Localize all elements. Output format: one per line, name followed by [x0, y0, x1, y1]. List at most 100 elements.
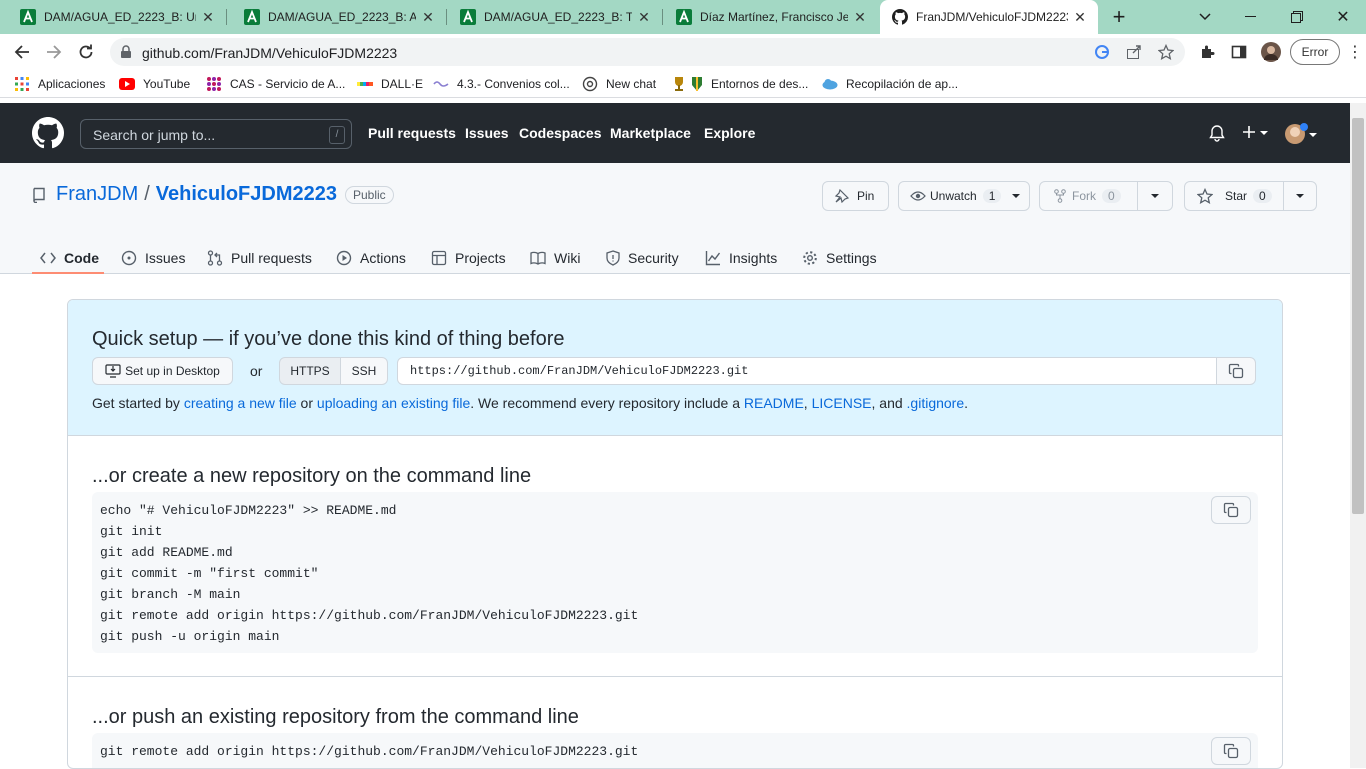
- side-panel-icon[interactable]: [1225, 38, 1253, 66]
- scrollbar-thumb[interactable]: [1352, 118, 1364, 514]
- ssh-toggle[interactable]: SSH: [340, 357, 388, 385]
- copy-push-commands-button[interactable]: [1211, 737, 1251, 765]
- nav-issues[interactable]: Issues: [465, 125, 509, 141]
- tab-insights[interactable]: Insights: [705, 243, 777, 273]
- close-icon[interactable]: ✕: [1068, 9, 1092, 26]
- tab-pull-requests[interactable]: Pull requests: [207, 243, 312, 273]
- bookmark-label: Recopilación de ap...: [846, 77, 959, 91]
- browser-tab-active[interactable]: FranJDM/VehiculoFJDM2223 ✕: [880, 0, 1098, 34]
- youtube-icon: [119, 76, 135, 92]
- bookmark-label: Aplicaciones: [38, 77, 106, 91]
- copy-commands-button[interactable]: [1211, 496, 1251, 524]
- https-toggle[interactable]: HTTPS: [279, 357, 341, 385]
- unwatch-label: Unwatch: [930, 189, 977, 203]
- push-existing-code[interactable]: git remote add origin https://github.com…: [92, 733, 1258, 768]
- bookmark-star-icon[interactable]: [1157, 43, 1175, 65]
- close-icon[interactable]: ✕: [848, 9, 872, 26]
- nav-pull-requests[interactable]: Pull requests: [368, 125, 456, 141]
- close-icon[interactable]: ✕: [632, 9, 656, 26]
- more-vert-icon[interactable]: ⋮: [1341, 38, 1366, 66]
- copy-url-button[interactable]: [1216, 357, 1256, 385]
- star-button[interactable]: Star 0: [1184, 181, 1284, 211]
- repo-owner-link[interactable]: FranJDM: [56, 183, 138, 206]
- bookmark-youtube[interactable]: YouTube: [119, 76, 190, 92]
- license-link[interactable]: LICENSE: [812, 395, 872, 411]
- close-icon[interactable]: ✕: [196, 9, 220, 26]
- chevron-down-icon: [1011, 193, 1021, 199]
- browser-tab-2[interactable]: DAM/AGUA_ED_2223_B: Activ ✕: [224, 0, 446, 34]
- bookmark-entornos[interactable]: Entornos de des...: [689, 76, 808, 92]
- close-window-icon[interactable]: ✕: [1320, 0, 1366, 34]
- shield-icon: [606, 250, 620, 266]
- bookmark-convenios[interactable]: 4.3.- Convenios col...: [433, 76, 570, 92]
- browser-tab-4[interactable]: Díaz Martínez, Francisco Jesú ✕: [656, 0, 878, 34]
- tab-code[interactable]: Code: [40, 243, 99, 273]
- gs-text: . We recommend every repository include …: [470, 395, 744, 411]
- nav-codespaces[interactable]: Codespaces: [519, 125, 601, 141]
- bookmark-label: New chat: [606, 77, 657, 91]
- openai-icon: [582, 76, 598, 92]
- repo-header: FranJDM / VehiculoFJDM2223 Public Pin Un…: [0, 163, 1350, 274]
- readme-link[interactable]: README: [744, 395, 804, 411]
- tab-projects[interactable]: Projects: [431, 243, 506, 273]
- extensions-puzzle-icon[interactable]: [1193, 38, 1221, 66]
- lock-icon[interactable]: [120, 45, 132, 64]
- fork-dropdown-button[interactable]: [1137, 181, 1173, 211]
- star-label: Star: [1225, 189, 1248, 203]
- url-text: github.com/FranJDM/VehiculoFJDM2223: [142, 45, 398, 61]
- bookmark-recopilacion[interactable]: Recopilación de ap...: [822, 76, 958, 92]
- browser-tab-1[interactable]: DAM/AGUA_ED_2223_B: Unid ✕: [0, 0, 226, 34]
- github-search-input[interactable]: Search or jump to... /: [80, 119, 352, 149]
- restore-icon[interactable]: [1274, 0, 1320, 34]
- browser-tab-3[interactable]: DAM/AGUA_ED_2223_B: Tare ✕: [440, 0, 662, 34]
- bookmark-apps[interactable]: Aplicaciones: [14, 76, 105, 92]
- tab-label: Projects: [455, 250, 506, 266]
- get-started-text: Get started by creating a new file or up…: [92, 395, 968, 411]
- user-avatar-dropdown[interactable]: [1284, 122, 1320, 151]
- back-arrow-icon[interactable]: [8, 38, 36, 66]
- upload-file-link[interactable]: uploading an existing file: [317, 395, 470, 411]
- nav-marketplace[interactable]: Marketplace: [610, 125, 691, 141]
- bookmark-cas[interactable]: CAS - Servicio de A...: [206, 76, 345, 92]
- repo-name-link[interactable]: VehiculoFJDM2223: [156, 183, 337, 206]
- bookmark-dalle[interactable]: DALL·E: [357, 76, 423, 92]
- tab-search-icon[interactable]: [1182, 0, 1228, 34]
- active-tab-underline: [32, 272, 104, 274]
- plus-dropdown-icon[interactable]: [1242, 125, 1270, 146]
- github-logo-icon[interactable]: [32, 117, 64, 154]
- setup-desktop-button[interactable]: Set up in Desktop: [92, 357, 233, 385]
- google-translate-icon[interactable]: [1094, 44, 1110, 65]
- pin-label: Pin: [857, 189, 875, 203]
- minimize-icon[interactable]: [1228, 0, 1274, 34]
- push-existing-code-block: git remote add origin https://github.com…: [92, 733, 1258, 768]
- gitignore-link[interactable]: .gitignore: [907, 395, 965, 411]
- tab-title: Díaz Martínez, Francisco Jesú: [700, 10, 848, 24]
- create-new-file-link[interactable]: creating a new file: [184, 395, 297, 411]
- error-button[interactable]: Error: [1290, 39, 1340, 65]
- tab-security[interactable]: Security: [606, 243, 679, 273]
- repo-title: FranJDM / VehiculoFJDM2223 Public: [32, 183, 394, 206]
- share-icon[interactable]: [1126, 44, 1142, 65]
- bell-icon[interactable]: [1209, 125, 1225, 147]
- reload-icon[interactable]: [72, 38, 100, 66]
- pin-button[interactable]: Pin: [822, 181, 889, 211]
- tab-title: DAM/AGUA_ED_2223_B: Unid: [44, 10, 196, 24]
- bookmark-new-chat[interactable]: New chat: [582, 76, 656, 92]
- unwatch-button[interactable]: Unwatch 1: [898, 181, 1030, 211]
- new-repo-code[interactable]: echo "# VehiculoFJDM2223" >> README.md g…: [92, 492, 1258, 655]
- nav-explore[interactable]: Explore: [704, 125, 755, 141]
- link-icon: [433, 76, 449, 92]
- address-bar[interactable]: github.com/FranJDM/VehiculoFJDM2223: [110, 38, 1185, 66]
- forward-arrow-icon[interactable]: [40, 38, 68, 66]
- gs-text: , and: [871, 395, 907, 411]
- profile-avatar[interactable]: [1257, 38, 1285, 66]
- close-icon[interactable]: ✕: [416, 9, 440, 26]
- star-dropdown-button[interactable]: [1283, 181, 1317, 211]
- fork-button[interactable]: Fork 0: [1039, 181, 1138, 211]
- tab-issues[interactable]: Issues: [121, 243, 185, 273]
- tab-wiki[interactable]: Wiki: [530, 243, 580, 273]
- clone-url-input[interactable]: https://github.com/FranJDM/VehiculoFJDM2…: [397, 357, 1246, 385]
- tab-settings[interactable]: Settings: [802, 243, 877, 273]
- tab-actions[interactable]: Actions: [336, 243, 406, 273]
- new-tab-button[interactable]: +: [1096, 0, 1142, 34]
